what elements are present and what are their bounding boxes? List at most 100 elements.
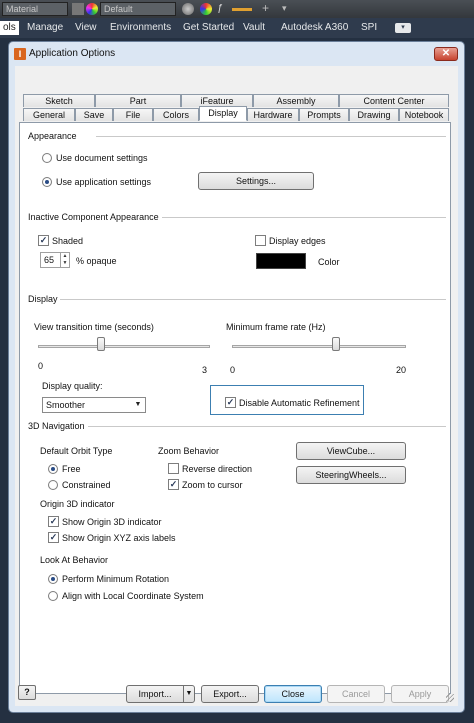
tab-prompts[interactable]: Prompts [299,108,349,121]
appearance-settings-button[interactable]: Settings... [198,172,314,190]
3d-navigation-separator [88,426,446,427]
dropdown-arrow-icon[interactable] [72,3,84,15]
tab-display[interactable]: Display [199,106,247,121]
disable-automatic-refinement-label: Disable Automatic Refinement [239,398,360,408]
use-document-settings-label: Use document settings [56,153,148,163]
tab-part[interactable]: Part [95,94,181,107]
menu-manage[interactable]: Manage [27,22,63,33]
inactive-color-swatch[interactable] [256,253,306,269]
menu-view[interactable]: View [75,22,97,33]
tab-content-center[interactable]: Content Center [339,94,449,107]
menu-vault[interactable]: Vault [243,22,265,33]
resize-grip-icon[interactable] [446,694,454,702]
opacity-spinner[interactable]: 65 ▲ ▼ [40,252,70,268]
shaded-checkbox[interactable]: ✓ [38,235,49,246]
tab-colors[interactable]: Colors [153,108,199,121]
import-dropdown-arrow-icon[interactable]: ▼ [183,685,195,703]
show-xyz-labels-checkbox[interactable]: ✓ [48,532,59,543]
zoom-to-cursor-checkbox[interactable]: ✓ [168,479,179,490]
tab-file[interactable]: File [113,108,153,121]
steeringwheels-button[interactable]: SteeringWheels... [296,466,406,484]
close-button[interactable]: Close [264,685,322,703]
show-xyz-labels-label: Show Origin XYZ axis labels [62,533,176,543]
display-edges-label: Display edges [269,236,326,246]
origin-indicator-label: Origin 3D indicator [40,499,115,509]
use-application-settings-radio[interactable] [42,177,52,187]
view-transition-slider-thumb[interactable] [97,337,106,351]
menu-autodesk-a360[interactable]: Autodesk A360 [281,22,348,33]
more-icon[interactable]: ▾ [282,3,294,15]
orbit-free-radio[interactable] [48,464,58,474]
show-origin-3d-checkbox[interactable]: ✓ [48,516,59,527]
orbit-free-label: Free [62,464,81,474]
dialog-client-area: Sketch Part iFeature Assembly Content Ce… [15,66,458,706]
plus-icon[interactable]: + [262,2,274,15]
tab-drawing[interactable]: Drawing [349,108,399,121]
display-tab-panel: Appearance Use document settings Use app… [19,122,451,694]
orbit-constrained-radio[interactable] [48,480,58,490]
dialog-titlebar[interactable]: I Application Options ✕ [9,42,464,66]
perform-minimum-rotation-label: Perform Minimum Rotation [62,574,170,584]
help-button[interactable]: ? [18,685,36,700]
tab-hardware[interactable]: Hardware [247,108,299,121]
ribbon-toggle-icon[interactable]: ▾ [395,23,411,33]
menu-tools[interactable]: ols [0,21,19,35]
zoom-behavior-label: Zoom Behavior [158,446,220,456]
view-transition-label: View transition time (seconds) [34,322,154,332]
min-frame-rate-label: Minimum frame rate (Hz) [226,322,326,332]
3d-navigation-group-title: 3D Navigation [28,421,85,431]
menu-spi[interactable]: SPI [361,22,377,33]
color-wheel-icon[interactable] [86,3,98,15]
menu-get-started[interactable]: Get Started [183,22,234,33]
display-quality-select[interactable]: Smoother ▼ [42,397,146,413]
inventor-logo-icon: I [14,48,26,60]
inactive-separator [162,217,446,218]
line-color-icon[interactable] [232,3,252,11]
use-application-settings-label: Use application settings [56,177,152,187]
chevron-down-icon[interactable]: ▼ [132,399,144,411]
align-local-coordinate-label: Align with Local Coordinate System [62,591,204,601]
cancel-button[interactable]: Cancel [327,685,385,703]
application-options-dialog: I Application Options ✕ Sketch Part iFea… [8,41,465,713]
min-frame-rate-max: 20 [396,365,407,375]
import-button[interactable]: Import... [126,685,184,703]
look-at-behavior-label: Look At Behavior [40,555,109,565]
apply-button[interactable]: Apply [391,685,449,703]
viewcube-button[interactable]: ViewCube... [296,442,406,460]
display-separator [60,299,446,300]
export-button[interactable]: Export... [201,685,259,703]
reverse-direction-checkbox[interactable] [168,463,179,474]
function-icon[interactable]: ƒ [217,3,229,15]
tab-sketch[interactable]: Sketch [23,94,95,107]
opacity-value: 65 [44,255,55,265]
appearance-sphere-icon[interactable] [182,3,194,15]
display-edges-checkbox[interactable] [255,235,266,246]
shaded-label: Shaded [52,236,84,246]
align-local-coordinate-radio[interactable] [48,591,58,601]
perform-minimum-rotation-radio[interactable] [48,574,58,584]
tab-general[interactable]: General [23,108,75,121]
material-combo[interactable]: Material [2,2,68,16]
use-document-settings-radio[interactable] [42,153,52,163]
appearance-group-title: Appearance [28,131,77,141]
display-group-title: Display [28,294,58,304]
tab-assembly[interactable]: Assembly [253,94,339,107]
tab-notebook[interactable]: Notebook [399,108,449,121]
dialog-close-button[interactable]: ✕ [434,47,458,61]
orbit-type-label: Default Orbit Type [40,446,113,456]
dialog-title: Application Options [29,48,116,59]
inactive-component-group-title: Inactive Component Appearance [28,212,159,222]
spinner-arrows-icon[interactable]: ▲ ▼ [60,253,69,267]
adjust-icon[interactable] [200,3,212,15]
ribbon-tabs: ols Manage View Environments Get Started… [0,18,474,38]
min-frame-rate-slider-thumb[interactable] [332,337,341,351]
menu-environments[interactable]: Environments [110,22,171,33]
appearance-combo[interactable]: Default [100,2,176,16]
view-transition-track[interactable] [38,345,210,348]
display-quality-value: Smoother [46,400,86,410]
disable-automatic-refinement-checkbox[interactable]: ✓ [225,397,236,408]
tab-save[interactable]: Save [75,108,113,121]
display-quality-label: Display quality: [42,381,103,391]
opacity-unit-label: % opaque [76,256,117,266]
min-frame-rate-track[interactable] [232,345,406,348]
